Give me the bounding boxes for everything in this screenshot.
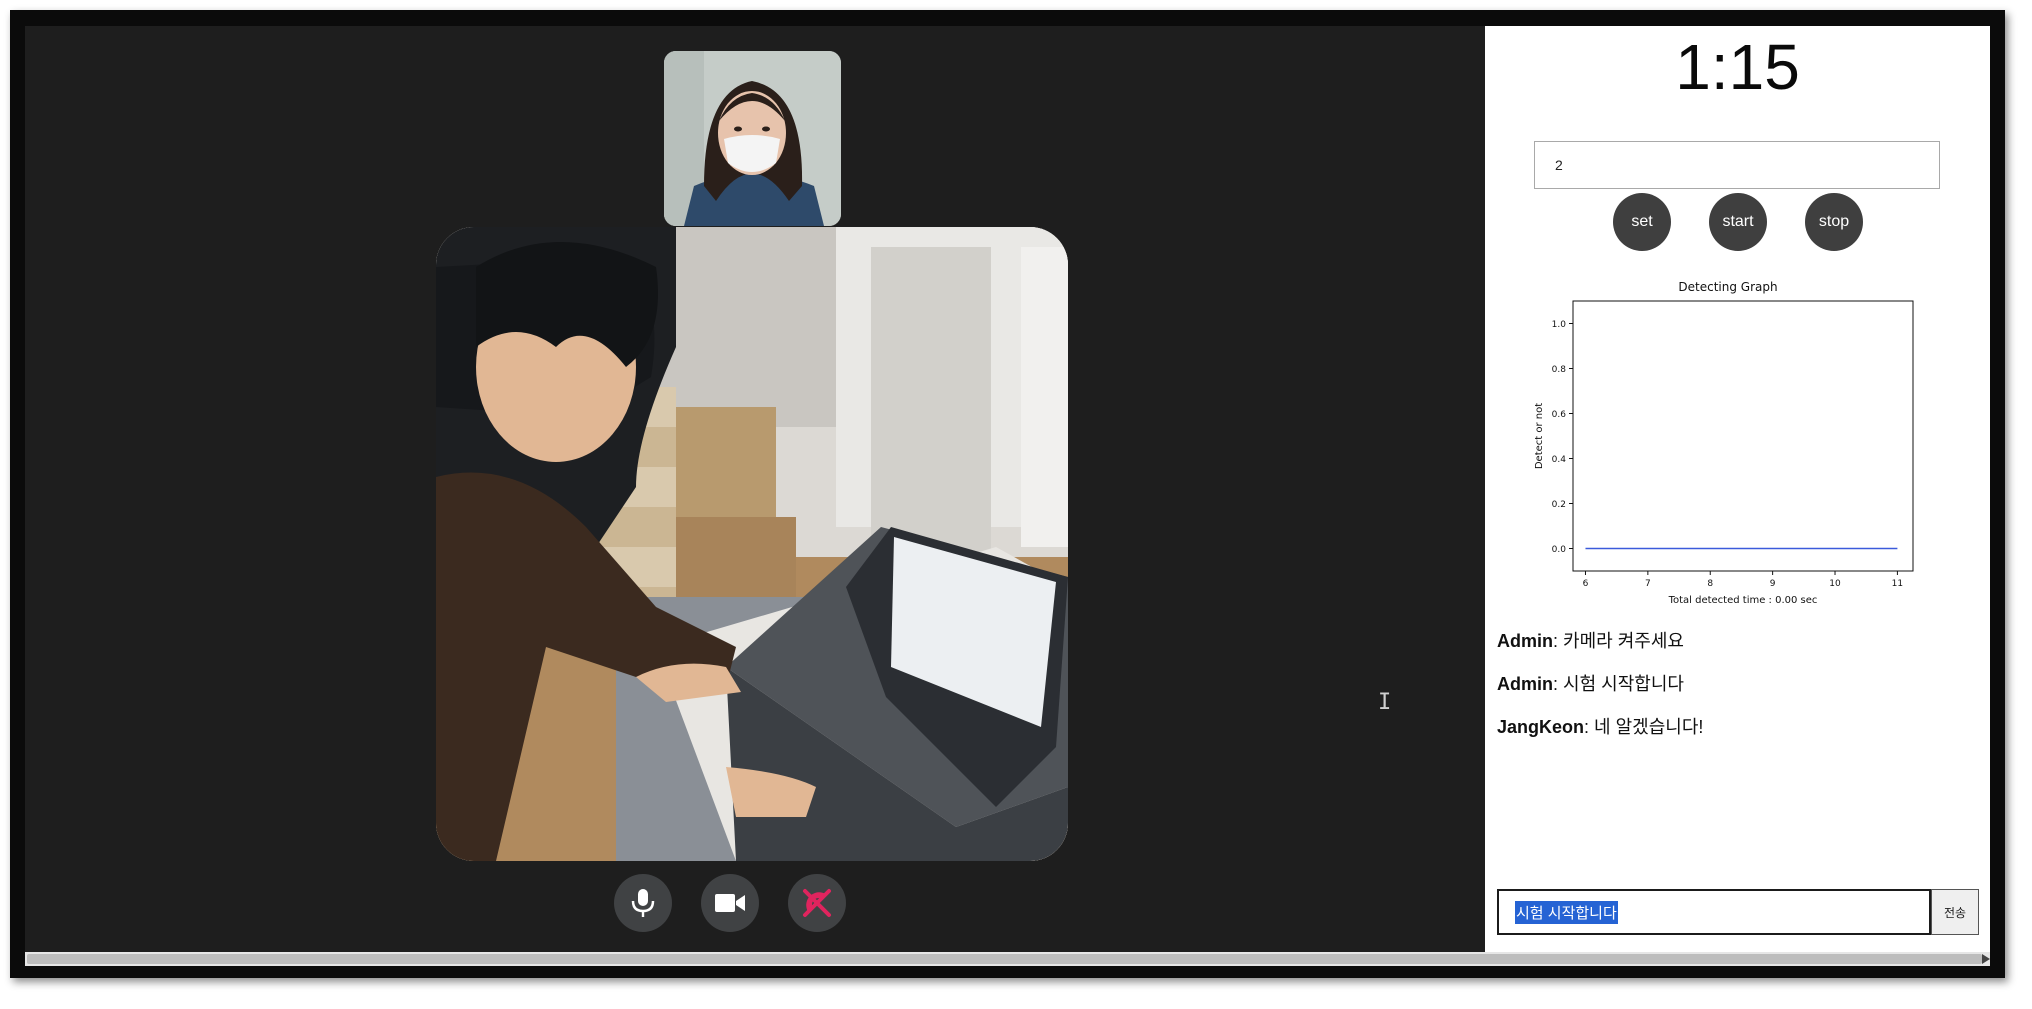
y-tick-label: 1.0 <box>1552 320 1567 330</box>
send-button[interactable]: 전송 <box>1931 889 1979 935</box>
chart-title: Detecting Graph <box>1678 280 1777 294</box>
x-axis-label: Total detected time : 0.00 sec <box>1668 595 1818 606</box>
y-tick-label: 0.6 <box>1552 410 1567 420</box>
horizontal-scrollbar[interactable] <box>25 952 1990 966</box>
x-tick-label: 6 <box>1583 579 1589 589</box>
chat-message: JangKeon: 네 알겠습니다! <box>1497 715 1977 758</box>
participant-desk-image <box>436 227 1068 861</box>
y-tick-label: 0.4 <box>1552 455 1567 465</box>
mute-mic-button[interactable] <box>614 874 672 932</box>
text-cursor-icon: I <box>1378 690 1392 715</box>
y-axis-ticks: 0.0 0.2 0.4 0.6 0.8 1.0 <box>1552 320 1573 555</box>
proctor-panel: 1:15 set start stop Detecting Graph 0.00… <box>1485 26 1990 952</box>
scroll-right-arrow-icon[interactable] <box>1982 954 1990 964</box>
chat-message-user: Admin <box>1497 631 1553 651</box>
toggle-camera-button[interactable] <box>701 874 759 932</box>
chat-message-separator: : <box>1584 717 1595 737</box>
detecting-graph: Detecting Graph 0.0 0.2 0.4 0.6 0.8 1.0 6 7 8 9 1… <box>1534 280 1914 606</box>
start-button[interactable]: start <box>1709 193 1767 251</box>
chat-message: Admin: 시험 시작합니다 <box>1497 672 1977 715</box>
y-tick-label: 0.8 <box>1552 365 1567 375</box>
x-axis-ticks: 6 7 8 9 10 11 <box>1583 571 1903 589</box>
chat-message-separator: : <box>1553 674 1564 694</box>
x-tick-label: 8 <box>1707 579 1713 589</box>
x-tick-label: 7 <box>1645 579 1651 589</box>
detection-count-input[interactable] <box>1534 141 1940 189</box>
video-camera-icon <box>715 894 745 912</box>
chat-message-text: 시험 시작합니다 <box>1563 674 1684 694</box>
plot-area <box>1572 300 1914 572</box>
chat-message-separator: : <box>1553 631 1564 651</box>
end-call-button[interactable] <box>788 874 846 932</box>
chat-log: Admin: 카메라 켜주세요 Admin: 시험 시작합니다 JangKeon: … <box>1497 629 1977 758</box>
video-stage <box>25 26 1485 952</box>
x-tick-label: 10 <box>1829 579 1841 589</box>
end-call-icon <box>803 889 831 917</box>
y-tick-label: 0.0 <box>1552 545 1567 555</box>
x-tick-label: 11 <box>1892 579 1903 589</box>
x-tick-label: 9 <box>1770 579 1776 589</box>
remote-participant-video[interactable] <box>664 51 841 226</box>
participant-face-image <box>664 51 841 226</box>
set-button[interactable]: set <box>1613 193 1671 251</box>
chat-input-selected-text: 시험 시작합니다 <box>1515 900 1618 924</box>
chat-message-user: JangKeon <box>1497 717 1585 737</box>
countdown-timer: 1:15 <box>1675 31 1800 103</box>
chat-message-text: 카메라 켜주세요 <box>1563 631 1684 651</box>
scrollbar-thumb[interactable] <box>27 954 1982 964</box>
chat-message: Admin: 카메라 켜주세요 <box>1497 629 1977 672</box>
chat-message-text: 네 알겠습니다! <box>1594 717 1704 737</box>
microphone-icon <box>631 889 655 917</box>
stop-button[interactable]: stop <box>1805 193 1863 251</box>
chat-message-user: Admin <box>1497 674 1553 694</box>
y-tick-label: 0.2 <box>1552 500 1566 510</box>
chat-message-input[interactable]: 시험 시작합니다 <box>1497 889 1931 935</box>
local-participant-video[interactable] <box>436 227 1068 861</box>
y-axis-label: Detect or not <box>1534 403 1545 469</box>
